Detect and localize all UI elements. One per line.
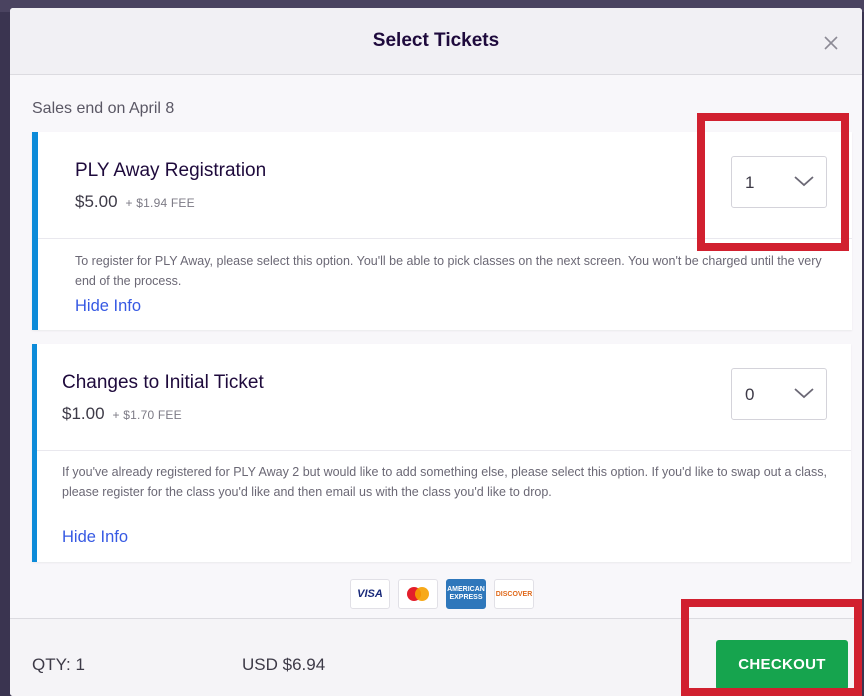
ticket-description: To register for PLY Away, please select … xyxy=(75,254,822,288)
quantity-value: 0 xyxy=(745,385,755,404)
hide-info-link[interactable]: Hide Info xyxy=(75,297,141,316)
footer-total: USD $6.94 xyxy=(242,655,326,674)
discover-icon: DISCOVER xyxy=(494,579,534,609)
ticket-price: $1.00 + $1.70 FEE xyxy=(62,404,182,424)
quantity-select-ticket-2[interactable]: 0 xyxy=(731,368,827,420)
payment-methods: VISA AMERICAN EXPRESS DISCOVER xyxy=(350,579,534,611)
ticket-price-value: $1.00 xyxy=(62,404,105,423)
ticket-fee: + $1.94 FEE xyxy=(125,196,195,210)
chevron-down-icon xyxy=(794,388,814,399)
modal-title: Select Tickets xyxy=(372,30,500,51)
close-button[interactable] xyxy=(820,32,842,54)
sales-end-text: Sales end on April 8 xyxy=(32,100,175,117)
visa-icon: VISA xyxy=(350,579,390,609)
card-divider xyxy=(38,238,852,239)
ticket-name: Changes to Initial Ticket xyxy=(62,372,264,393)
ticket-modal: Select Tickets Sales end on April 8 PLY … xyxy=(10,8,862,696)
modal-header: Select Tickets xyxy=(10,8,862,75)
quantity-select-ticket-1[interactable]: 1 xyxy=(731,156,827,208)
ticket-card-changes-to-initial-ticket: Changes to Initial Ticket $1.00 + $1.70 F… xyxy=(32,344,851,562)
modal-footer: QTY: 1 USD $6.94 CHECKOUT xyxy=(10,618,862,696)
checkout-button[interactable]: CHECKOUT xyxy=(716,640,848,690)
ticket-fee: + $1.70 FEE xyxy=(112,408,182,422)
ticket-price-value: $5.00 xyxy=(75,192,118,211)
ticket-price: $5.00 + $1.94 FEE xyxy=(75,192,195,212)
ticket-name: PLY Away Registration xyxy=(75,160,267,181)
hide-info-link[interactable]: Hide Info xyxy=(62,528,128,547)
close-icon xyxy=(824,36,838,50)
mastercard-icon xyxy=(398,579,438,609)
ticket-description: If you've already registered for PLY Awa… xyxy=(62,465,827,499)
card-divider xyxy=(37,450,851,451)
footer-quantity: QTY: 1 xyxy=(32,655,85,674)
quantity-value: 1 xyxy=(745,173,755,192)
ticket-card-ply-away-registration: PLY Away Registration $5.00 + $1.94 FEE 1… xyxy=(32,132,852,330)
amex-icon: AMERICAN EXPRESS xyxy=(446,579,486,609)
chevron-down-icon xyxy=(794,176,814,187)
